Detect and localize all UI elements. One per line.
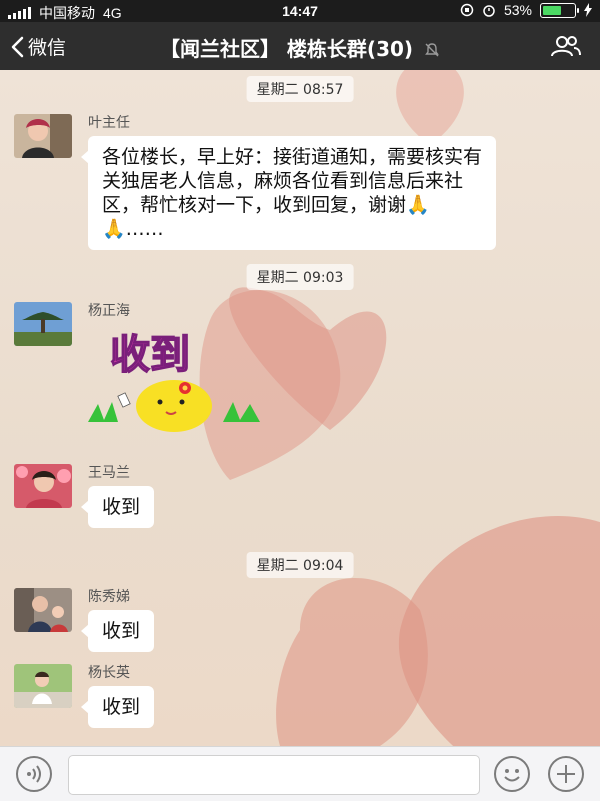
timestamp: 星期二 09:04: [246, 552, 354, 578]
message-item: 陈秀娣 收到: [14, 588, 314, 658]
status-right: 53%: [460, 2, 592, 18]
sender-name: 王马兰: [88, 465, 130, 481]
more-button[interactable]: [548, 756, 584, 792]
emoji-button[interactable]: [494, 756, 530, 792]
avatar[interactable]: [14, 664, 72, 708]
message-item: 杨正海 收到: [14, 302, 314, 452]
mute-bell-icon: [424, 39, 440, 63]
message-bubble[interactable]: 收到: [80, 686, 155, 728]
avatar[interactable]: [14, 302, 72, 346]
input-bar: [0, 746, 600, 801]
message-input[interactable]: [68, 755, 480, 795]
sticker-text: 收到: [110, 332, 190, 378]
sender-name: 叶主任: [88, 115, 130, 131]
avatar[interactable]: [14, 464, 72, 508]
message-item: 杨长英 收到: [14, 664, 314, 734]
chat-header: 微信 【闻兰社区】 楼栋长群(30): [0, 22, 600, 70]
sender-name: 杨长英: [88, 665, 130, 681]
group-members-button[interactable]: [550, 34, 582, 62]
timestamp: 星期二 08:57: [246, 76, 354, 102]
message-bubble[interactable]: 各位楼长，早上好：接街道通知，需要核实有关独居老人信息，麻烦各位看到信息后来社区…: [81, 136, 496, 250]
message-item: 叶主任 各位楼长，早上好：接街道通知，需要核实有关独居老人信息，麻烦各位看到信息…: [14, 114, 514, 250]
alarm-icon: [483, 5, 495, 17]
avatar[interactable]: [14, 114, 72, 158]
sticker-image: 收到: [88, 331, 260, 432]
status-bar: 中国移动 4G 14:47 53%: [0, 0, 600, 22]
voice-button[interactable]: [16, 756, 52, 792]
orientation-lock-icon: [460, 3, 474, 17]
voice-icon: [27, 765, 41, 783]
sticker-message[interactable]: 收到: [88, 322, 268, 442]
timestamp: 星期二 09:03: [246, 264, 354, 290]
charging-icon: [584, 3, 592, 17]
emoji-icon: [504, 769, 520, 782]
battery-icon: [540, 2, 579, 18]
group-members-icon: [551, 36, 581, 57]
plus-icon: [557, 765, 575, 783]
group-name: 【闻兰社区】 楼栋长群(30): [159, 37, 414, 61]
message-list[interactable]: 星期二 08:57 叶主任 各位楼长，早上好：接街道通知，需要核实有关独居老人信…: [0, 70, 600, 746]
sender-name: 陈秀娣: [88, 589, 130, 605]
sender-name: 杨正海: [88, 303, 130, 319]
message-bubble[interactable]: 收到: [80, 486, 155, 528]
chat-title: 【闻兰社区】 楼栋长群(30): [0, 33, 600, 63]
message-bubble[interactable]: 收到: [80, 610, 155, 652]
message-item: 王马兰 收到: [14, 464, 314, 534]
battery-percent: 53%: [503, 2, 532, 18]
avatar[interactable]: [14, 588, 72, 632]
